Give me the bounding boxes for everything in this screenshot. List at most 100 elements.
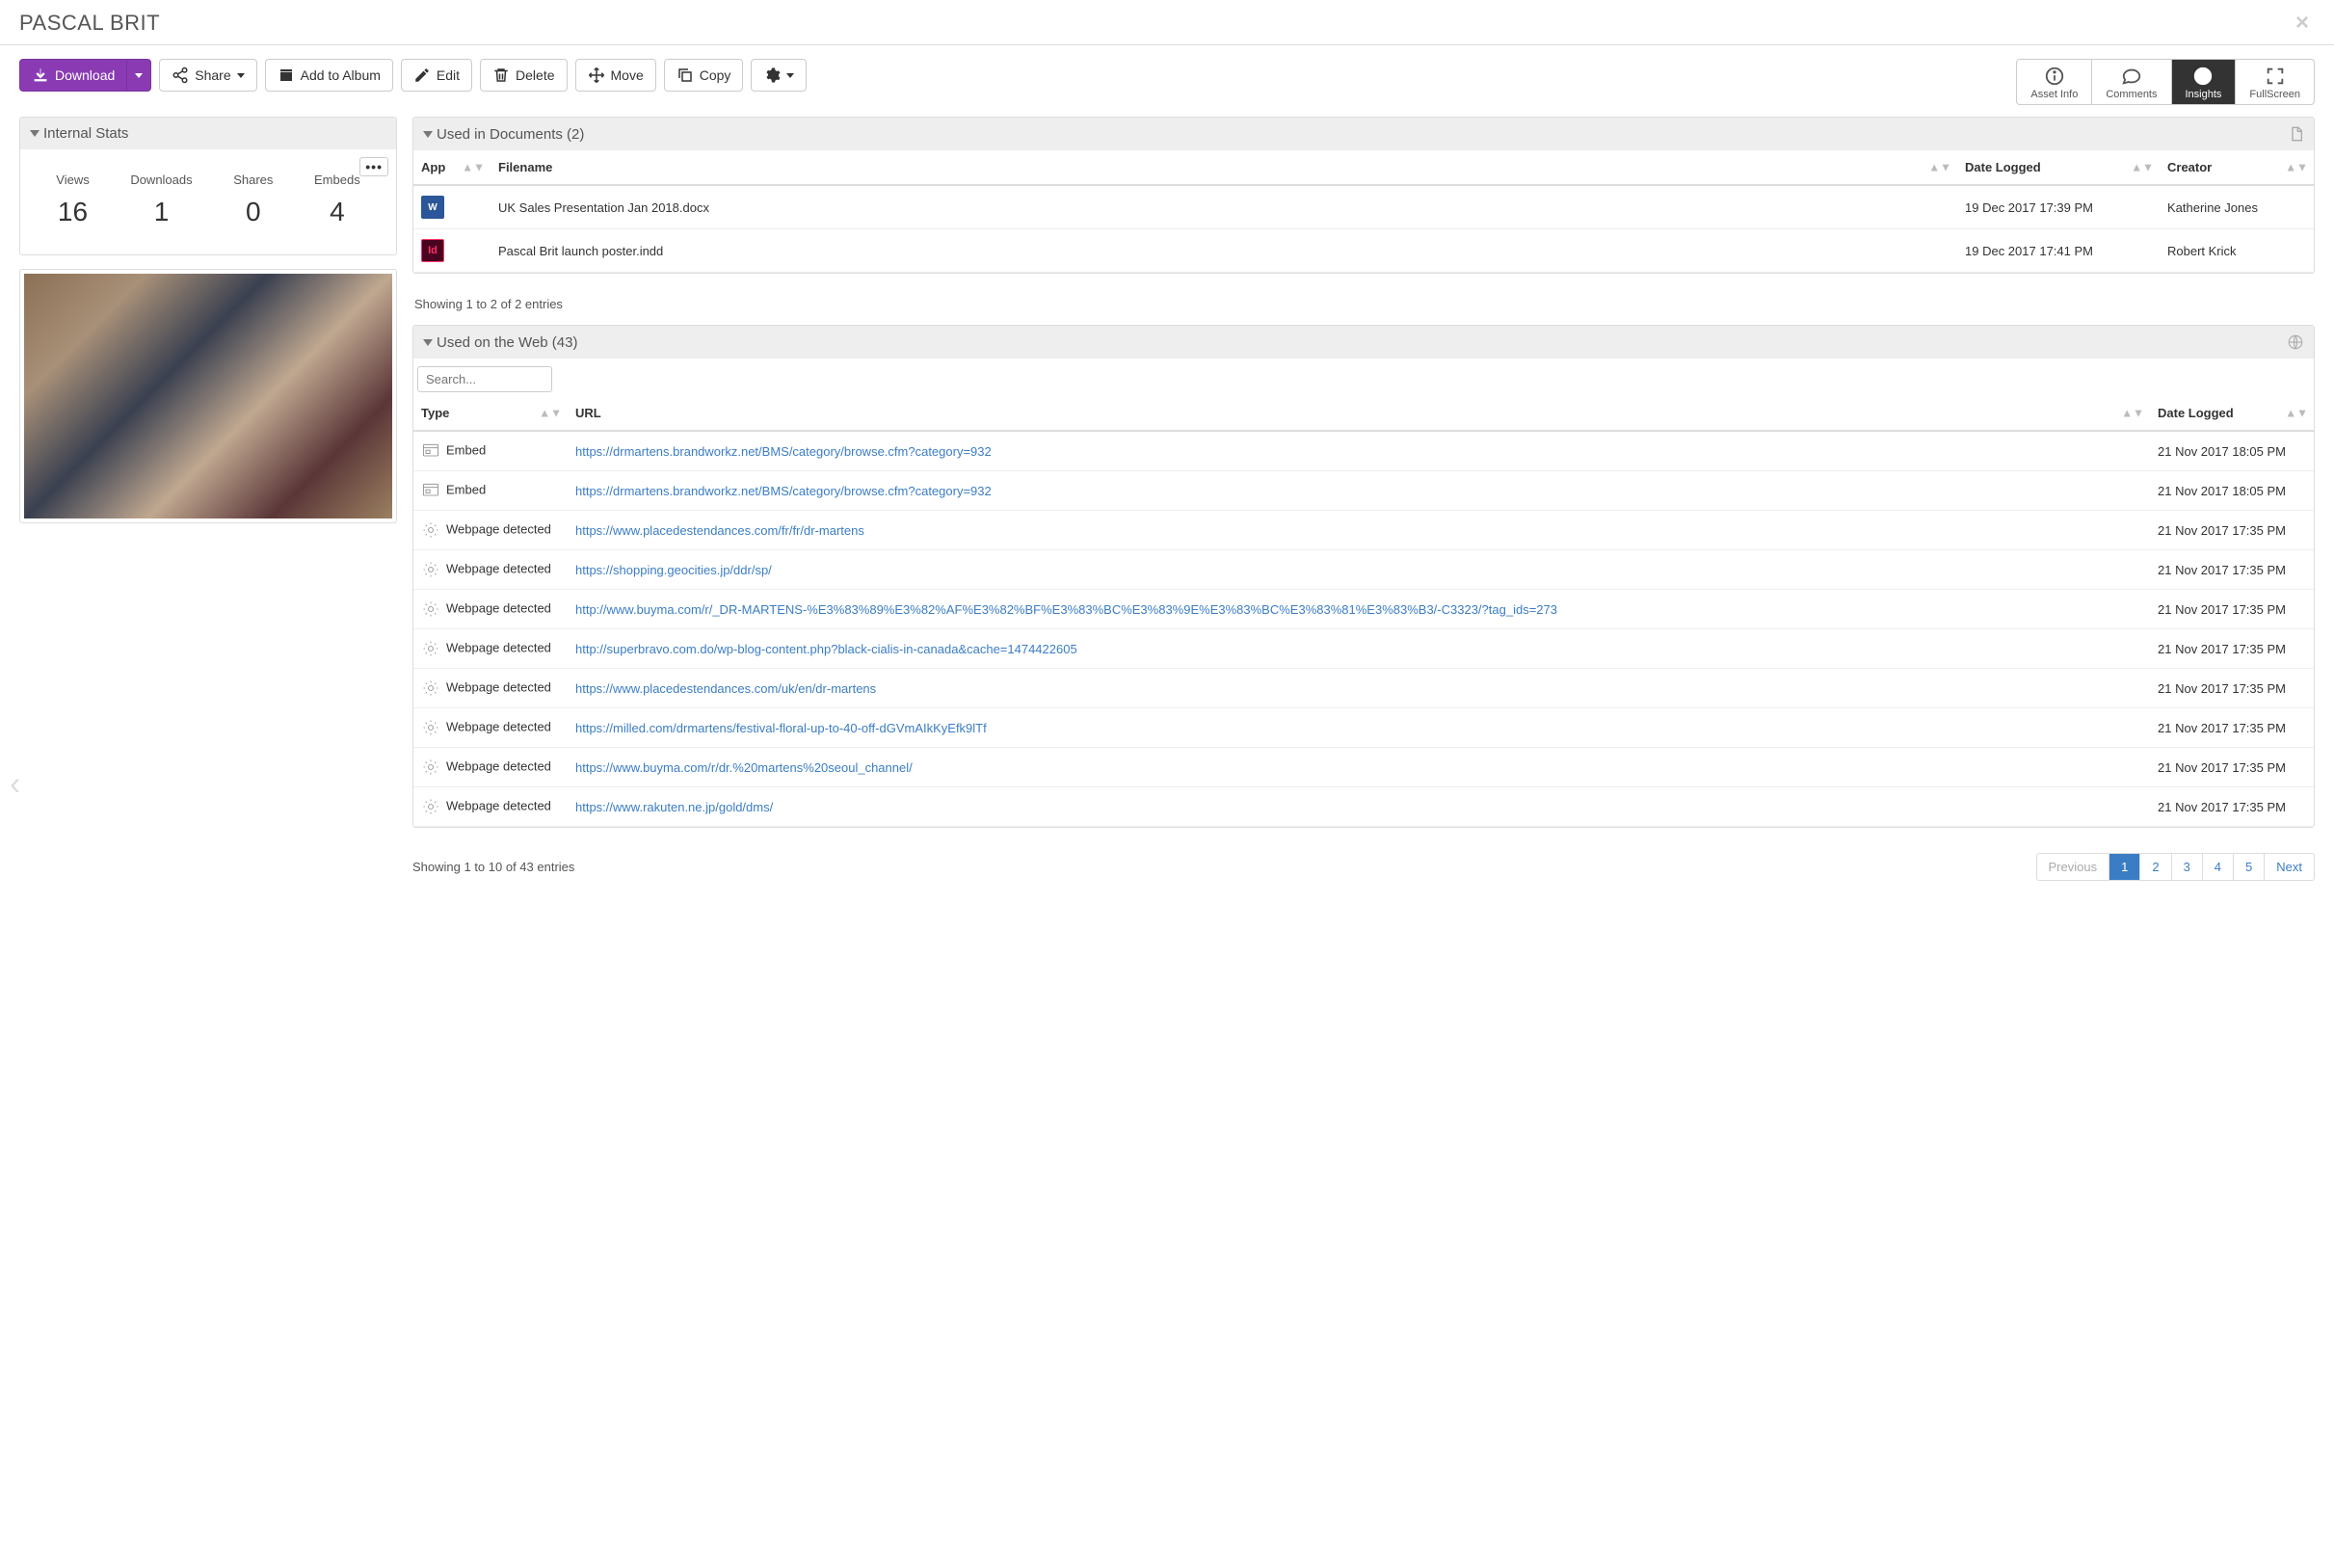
download-button[interactable]: Download [19,59,127,92]
table-row: Webpage detected http://www.buyma.com/r/… [413,590,2314,629]
docs-showing: Showing 1 to 2 of 2 entries [412,287,2315,311]
date-cell: 21 Nov 2017 17:35 PM [2150,669,2314,708]
move-button[interactable]: Move [575,59,656,92]
gear-icon [763,66,781,84]
caret-down-icon [135,73,143,78]
settings-button[interactable] [751,59,807,92]
table-row[interactable]: Id Pascal Brit launch poster.indd 19 Dec… [413,229,2314,273]
url-link[interactable]: http://superbravo.com.do/wp-blog-content… [575,642,1077,656]
info-icon [2044,66,2065,87]
url-link[interactable]: http://www.buyma.com/r/_DR-MARTENS-%E3%8… [575,602,1557,617]
edit-icon [413,66,431,84]
date-cell: 19 Dec 2017 17:39 PM [1957,185,2160,229]
tab-insights[interactable]: Insights [2172,60,2237,104]
table-row: Webpage detected https://www.placedesten… [413,511,2314,550]
web-header[interactable]: Used on the Web (43) [413,326,2314,359]
copy-button[interactable]: Copy [664,59,744,92]
globe-icon [2192,66,2214,87]
download-dropdown-button[interactable] [127,59,151,92]
url-link[interactable]: https://www.placedestendances.com/uk/en/… [575,681,876,696]
creator-cell: Robert Krick [2160,229,2314,273]
table-row[interactable]: W UK Sales Presentation Jan 2018.docx 19… [413,185,2314,229]
pagination-page[interactable]: 3 [2172,854,2203,880]
embed-icon [421,441,440,461]
col-date-logged[interactable]: Date Logged▲▼ [2150,396,2314,431]
close-icon[interactable]: × [2290,10,2315,37]
thumbnail-image [24,274,392,518]
table-row: Embed https://drmartens.brandworkz.net/B… [413,471,2314,511]
url-link[interactable]: https://www.placedestendances.com/fr/fr/… [575,523,864,538]
type-cell: Webpage detected [413,629,568,669]
url-link[interactable]: https://www.rakuten.ne.jp/gold/dms/ [575,800,773,814]
add-to-album-button[interactable]: Add to Album [265,59,393,92]
pagination-previous[interactable]: Previous [2037,854,2110,880]
table-row: Webpage detected https://www.buyma.com/r… [413,748,2314,787]
date-cell: 21 Nov 2017 17:35 PM [2150,708,2314,748]
type-cell: Embed [413,431,568,471]
pagination-page[interactable]: 1 [2109,854,2140,880]
col-type[interactable]: Type▲▼ [413,396,568,431]
url-link[interactable]: https://www.buyma.com/r/dr.%20martens%20… [575,760,913,775]
pagination-page[interactable]: 5 [2234,854,2265,880]
date-cell: 21 Nov 2017 17:35 PM [2150,629,2314,669]
type-cell: Webpage detected [413,669,568,708]
edit-button[interactable]: Edit [401,59,472,92]
comments-icon [2121,66,2142,87]
move-icon [588,66,605,84]
table-row: Webpage detected https://shopping.geocit… [413,550,2314,590]
collapse-icon [30,130,40,137]
col-date[interactable]: Date Logged▲▼ [1957,150,2160,185]
app-icon: Id [421,239,444,262]
date-cell: 21 Nov 2017 17:35 PM [2150,550,2314,590]
type-cell: Webpage detected [413,748,568,787]
col-filename[interactable]: Filename▲▼ [491,150,1957,185]
copy-icon [676,66,694,84]
date-cell: 21 Nov 2017 18:05 PM [2150,471,2314,511]
pagination-page[interactable]: 4 [2203,854,2234,880]
internal-stats-header[interactable]: Internal Stats [20,118,396,149]
date-cell: 21 Nov 2017 18:05 PM [2150,431,2314,471]
stat-views: Views 16 [56,173,89,227]
tab-comments[interactable]: Comments [2092,60,2171,104]
web-search-input[interactable] [417,366,552,392]
tab-asset-info[interactable]: Asset Info [2017,60,2092,104]
url-link[interactable]: https://shopping.geocities.jp/ddr/sp/ [575,563,772,577]
type-cell: Webpage detected [413,590,568,629]
web-icon [421,599,440,619]
delete-icon [492,66,510,84]
web-icon [421,639,440,658]
web-showing: Showing 1 to 10 of 43 entries [412,860,574,874]
creator-cell: Katherine Jones [2160,185,2314,229]
col-app[interactable]: App▲▼ [413,150,491,185]
col-url[interactable]: URL▲▼ [568,396,2150,431]
documents-header[interactable]: Used in Documents (2) [413,118,2314,150]
stat-downloads: Downloads 1 [130,173,192,227]
col-creator[interactable]: Creator▲▼ [2160,150,2314,185]
album-icon [278,66,295,84]
pagination-next[interactable]: Next [2265,854,2314,880]
collapse-icon [423,339,433,346]
stat-embeds: Embeds 4 [314,173,360,227]
collapse-icon [423,131,433,138]
url-link[interactable]: https://drmartens.brandworkz.net/BMS/cat… [575,444,992,459]
web-icon [421,718,440,737]
web-icon [421,560,440,579]
date-cell: 21 Nov 2017 17:35 PM [2150,748,2314,787]
url-link[interactable]: https://milled.com/drmartens/festival-fl… [575,721,987,735]
type-cell: Embed [413,471,568,511]
table-row: Webpage detected https://milled.com/drma… [413,708,2314,748]
download-icon [32,66,49,84]
globe-icon [2287,333,2304,351]
pagination-page[interactable]: 2 [2140,854,2171,880]
table-row: Webpage detected https://www.placedesten… [413,669,2314,708]
fullscreen-icon [2265,66,2286,87]
asset-thumbnail[interactable] [19,269,397,523]
date-cell: 19 Dec 2017 17:41 PM [1957,229,2160,273]
tab-fullscreen[interactable]: FullScreen [2236,60,2314,104]
delete-button[interactable]: Delete [480,59,567,92]
url-link[interactable]: https://drmartens.brandworkz.net/BMS/cat… [575,484,992,498]
prev-asset-arrow[interactable]: ‹ [10,765,20,803]
share-button[interactable]: Share [159,59,256,92]
table-row: Embed https://drmartens.brandworkz.net/B… [413,431,2314,471]
stats-more-button[interactable]: ••• [359,157,388,176]
